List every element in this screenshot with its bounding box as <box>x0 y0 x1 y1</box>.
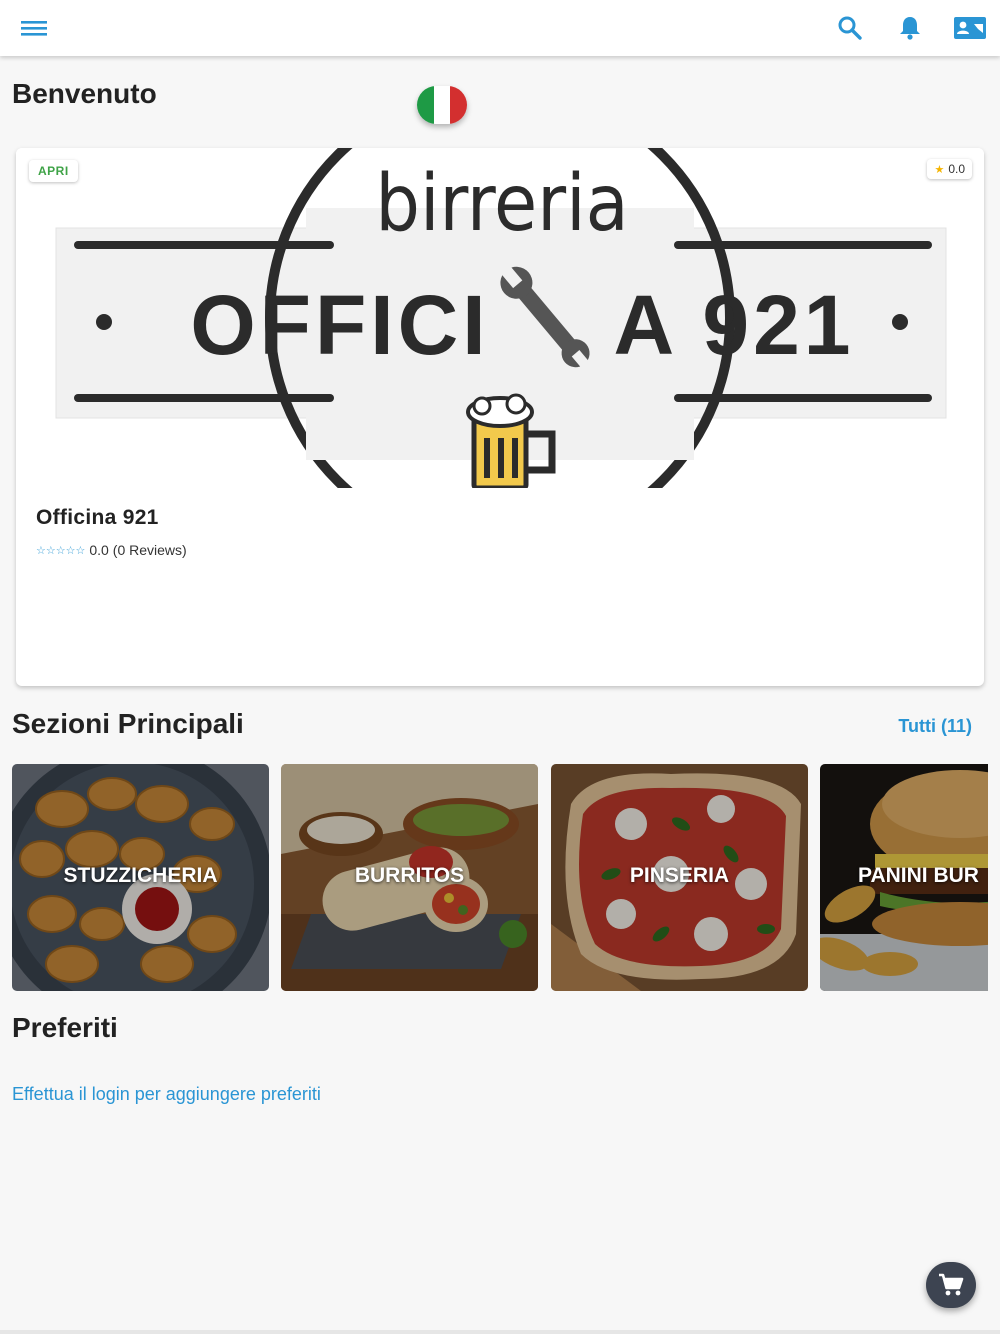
star-rating-icon: ☆☆☆☆☆ <box>36 544 86 557</box>
section-label: STUZZICHERIA <box>63 864 218 887</box>
section-card-burritos[interactable]: BURRITOS <box>281 764 538 991</box>
section-label: BURRITOS <box>354 864 465 887</box>
sections-title: Sezioni Principali <box>12 708 244 739</box>
contact-card-icon[interactable] <box>952 10 988 46</box>
welcome-title: Benvenuto <box>12 78 157 109</box>
section-label: PANINI BUR <box>858 864 979 887</box>
sections-carousel[interactable]: STUZZICHERIA BURRITOS PINSERIA PANINI BU… <box>12 764 988 992</box>
shopping-cart-button[interactable] <box>926 1262 976 1308</box>
restaurant-logo: birreria OFFICI A 921 <box>16 148 984 488</box>
rating-value: 0.0 <box>89 542 109 558</box>
italy-flag-icon[interactable] <box>417 86 467 124</box>
reviews-count: (0 Reviews) <box>112 542 187 558</box>
favorites-title: Preferiti <box>12 1012 118 1043</box>
logo-line-birreria: birreria <box>375 159 628 249</box>
login-for-favorites-link[interactable]: Effettua il login per aggiungere preferi… <box>12 1084 321 1105</box>
logo-line-921: A 921 <box>613 278 854 372</box>
status-badge: APRI <box>29 160 78 182</box>
section-card-stuzzicheria[interactable]: STUZZICHERIA <box>12 764 269 991</box>
see-all-link[interactable]: Tutti (11) <box>898 716 972 737</box>
rating-badge-value: 0.0 <box>948 162 965 176</box>
logo-line-officina: OFFICI <box>190 278 489 372</box>
shopping-cart-icon <box>939 1273 964 1296</box>
section-card-panini-burger[interactable]: PANINI BUR <box>820 764 988 991</box>
home-screen: Benvenuto birreria OFFICI A 921 APRI ★ 0… <box>0 0 1000 1334</box>
search-icon[interactable] <box>832 10 868 46</box>
star-icon: ★ <box>934 163 945 176</box>
restaurant-name: Officina 921 <box>36 506 159 529</box>
bell-icon[interactable] <box>892 10 928 46</box>
menu-icon[interactable] <box>16 10 52 46</box>
section-label: PINSERIA <box>629 864 730 887</box>
restaurant-card[interactable]: birreria OFFICI A 921 APRI ★ 0.0 Officin… <box>16 148 984 686</box>
rating-badge: ★ 0.0 <box>927 159 972 179</box>
section-card-pinseria[interactable]: PINSERIA <box>551 764 808 991</box>
top-app-bar <box>0 0 1000 56</box>
restaurant-rating: ☆☆☆☆☆ 0.0 (0 Reviews) <box>36 542 187 558</box>
bottom-divider <box>0 1330 1000 1334</box>
